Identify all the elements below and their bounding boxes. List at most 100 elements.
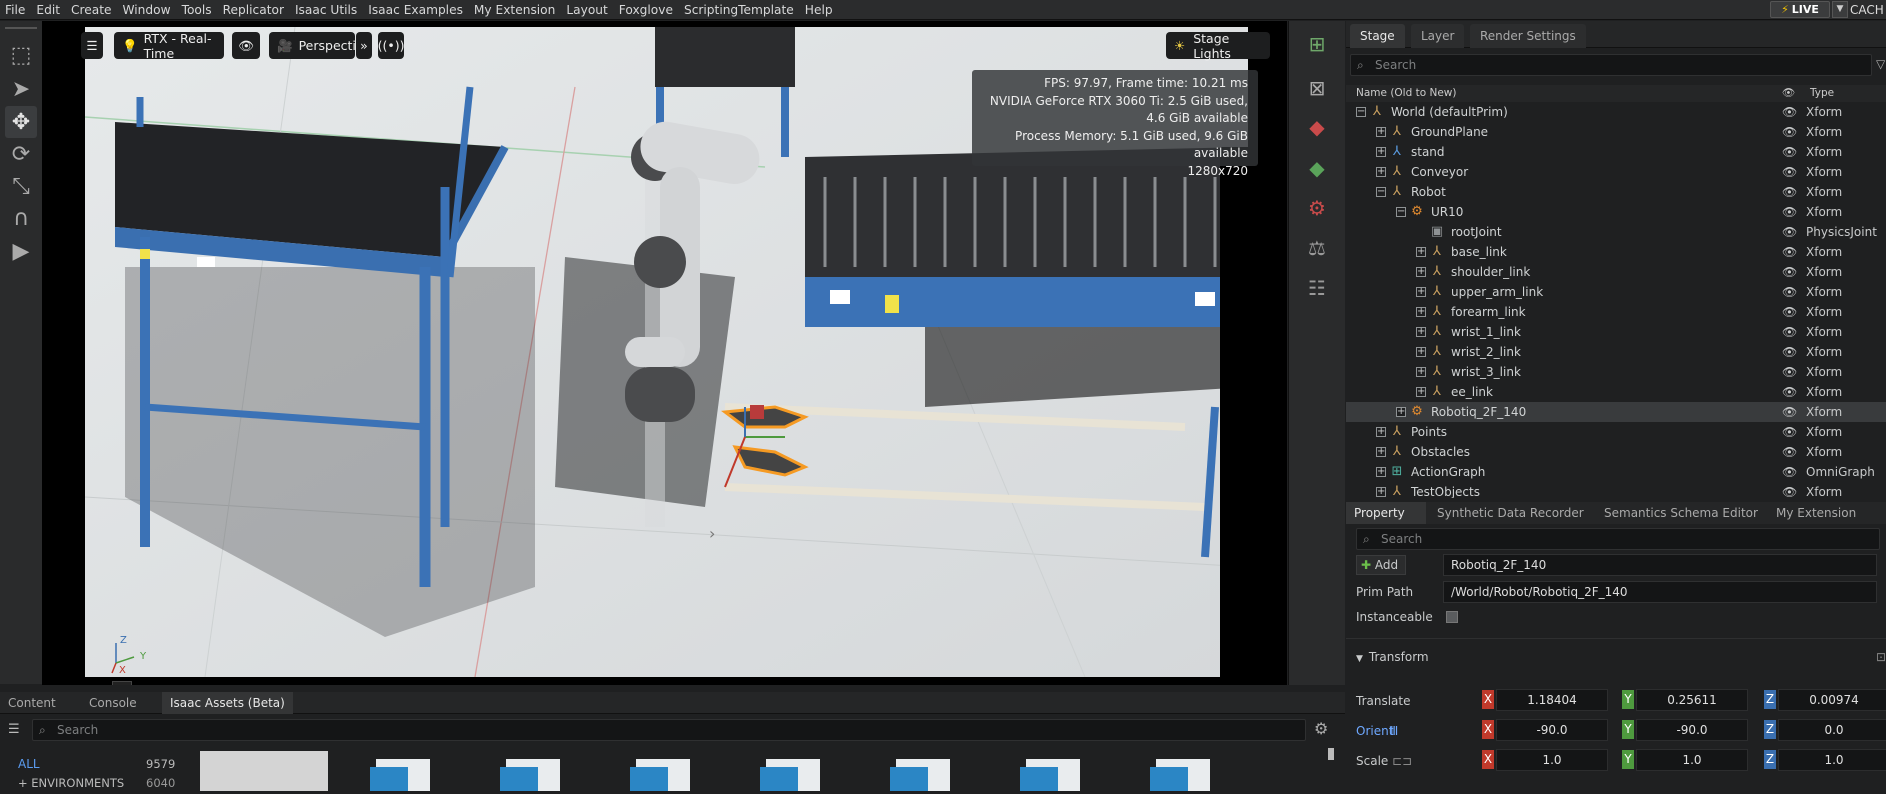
visibility-eye-icon[interactable]: 👁 — [1782, 342, 1797, 362]
rotate-tool-icon[interactable]: ⟳ — [5, 138, 37, 170]
visibility-eye-icon[interactable]: 👁 — [1782, 462, 1797, 482]
stage-lights-button[interactable]: ☀ Stage Lights — [1166, 31, 1270, 61]
visibility-eye-icon[interactable]: 👁 — [1782, 402, 1797, 422]
scale-x-field[interactable]: 1.0 — [1496, 749, 1608, 771]
tree-row[interactable]: + ⊞ ActionGraph 👁 OmniGraph — [1346, 462, 1886, 482]
visibility-eye-icon[interactable]: 👁 — [1782, 122, 1797, 142]
render-mode-button[interactable]: 💡 RTX - Real-Time — [114, 31, 224, 61]
asset-folder-icon[interactable] — [744, 755, 824, 793]
scale-tool-icon[interactable]: ⤡ — [5, 170, 37, 202]
scale-y-field[interactable]: 1.0 — [1636, 749, 1748, 771]
tree-row[interactable]: + ⅄ base_link 👁 Xform — [1346, 242, 1886, 262]
tree-row[interactable]: + ⅄ wrist_1_link 👁 Xform — [1346, 322, 1886, 342]
orient-z-field[interactable]: 0.0 — [1778, 719, 1886, 741]
tree-row[interactable]: + ⅄ ee_link 👁 Xform — [1346, 382, 1886, 402]
snap-magnet-icon[interactable]: ∩ — [5, 202, 37, 234]
orient-mode-icon[interactable]: Ⅲ — [1390, 724, 1398, 738]
tree-row[interactable]: + ⅄ shoulder_link 👁 Xform — [1346, 262, 1886, 282]
visibility-eye-icon[interactable]: 👁 — [1782, 302, 1797, 322]
tree-row[interactable]: ▣ rootJoint 👁 PhysicsJoint — [1346, 222, 1886, 242]
tree-row[interactable]: + ⚙ Robotiq_2F_140 👁 Xform — [1346, 402, 1886, 422]
asset-folder-icon[interactable] — [1004, 755, 1084, 793]
tree-row[interactable]: + ⅄ Obstacles 👁 Xform — [1346, 442, 1886, 462]
live-button[interactable]: ⚡ LIVE — [1770, 1, 1830, 18]
tree-row[interactable]: + ⅄ Conveyor 👁 Xform — [1346, 162, 1886, 182]
menu-my-extension[interactable]: My Extension — [469, 0, 561, 20]
category-environments[interactable]: + ENVIRONMENTS — [18, 776, 124, 790]
property-search-input[interactable]: ⌕ Search — [1356, 528, 1880, 550]
live-dropdown-button[interactable]: ▼ — [1832, 1, 1848, 18]
visibility-eye-icon[interactable]: 👁 — [1782, 322, 1797, 342]
expand-toggle-icon[interactable]: + — [1416, 347, 1426, 357]
instanceable-checkbox[interactable] — [1446, 611, 1458, 623]
tab-layer[interactable]: Layer — [1411, 24, 1465, 48]
transform-section-header[interactable]: ▼ Transform — [1356, 650, 1429, 664]
tree-row[interactable]: + ⅄ wrist_3_link 👁 Xform — [1346, 362, 1886, 382]
translate-y-field[interactable]: 0.25611 — [1636, 689, 1748, 711]
snap-select-icon[interactable]: ⬚ — [5, 39, 37, 71]
red-cube-icon[interactable]: ◆ — [1300, 112, 1334, 142]
tab-semantics-schema-editor[interactable]: Semantics Schema Editor — [1596, 502, 1766, 524]
transform-menu-icon[interactable]: ⊡ — [1876, 650, 1886, 664]
visibility-eye-icon[interactable]: 👁 — [1782, 162, 1797, 182]
expand-toggle-icon[interactable]: + — [1376, 447, 1386, 457]
prim-name-field[interactable]: Robotiq_2F_140 — [1443, 554, 1877, 576]
tree-row[interactable]: + ⅄ wrist_2_link 👁 Xform — [1346, 342, 1886, 362]
settings-gear-icon[interactable]: ⚙ — [1314, 719, 1328, 738]
name-column-header[interactable]: Name (Old to New) — [1356, 85, 1456, 102]
tree-row[interactable]: − ⚙ UR10 👁 Xform — [1346, 202, 1886, 222]
menu-create[interactable]: Create — [66, 0, 118, 20]
translate-x-field[interactable]: 1.18404 — [1496, 689, 1608, 711]
asset-folder-icon[interactable] — [354, 755, 434, 793]
asset-folder-icon[interactable] — [484, 755, 564, 793]
expand-toggle-icon[interactable]: + — [1376, 167, 1386, 177]
tab-property[interactable]: Property — [1346, 502, 1426, 524]
expand-toggle-icon[interactable]: + — [1416, 387, 1426, 397]
tree-row[interactable]: + ⅄ upper_arm_link 👁 Xform — [1346, 282, 1886, 302]
menu-file[interactable]: File — [0, 0, 31, 20]
visibility-eye-icon[interactable]: 👁 — [1782, 262, 1797, 282]
expand-toggle-icon[interactable]: − — [1396, 207, 1406, 217]
visibility-eye-icon[interactable]: 👁 — [1782, 282, 1797, 302]
select-arrow-icon[interactable]: ➤ — [5, 73, 37, 105]
green-cube-icon[interactable]: ◆ — [1300, 153, 1334, 183]
menu-scripting-template[interactable]: ScriptingTemplate — [679, 0, 800, 20]
visibility-eye-icon[interactable]: 👁 — [1782, 242, 1797, 262]
tab-synthetic-data-recorder[interactable]: Synthetic Data Recorder — [1429, 502, 1592, 524]
scrollbar-thumb[interactable] — [1328, 748, 1334, 760]
stream-button[interactable]: ((•)) — [378, 32, 404, 59]
tree-row[interactable]: − ⅄ Robot 👁 Xform — [1346, 182, 1886, 202]
prim-path-field[interactable]: /World/Robot/Robotiq_2F_140 — [1443, 581, 1877, 603]
visibility-eye-icon[interactable]: 👁 — [1782, 442, 1797, 462]
tab-isaac-assets[interactable]: Isaac Assets (Beta) — [162, 692, 293, 714]
expand-toggle-icon[interactable]: + — [1376, 467, 1386, 477]
expand-toggle-icon[interactable]: − — [1376, 187, 1386, 197]
expand-toggle-icon[interactable]: + — [1376, 127, 1386, 137]
orient-y-field[interactable]: -90.0 — [1636, 719, 1748, 741]
weight-icon[interactable]: ⚖ — [1300, 233, 1334, 263]
scale-z-field[interactable]: 1.0 — [1778, 749, 1886, 771]
viewport-settings-button[interactable]: ☰ — [81, 32, 103, 59]
asset-folder-icon[interactable] — [614, 755, 694, 793]
asset-folder-icon[interactable] — [1134, 755, 1214, 793]
expand-toggle-icon[interactable]: + — [1416, 307, 1426, 317]
visibility-eye-icon[interactable]: 👁 — [1782, 202, 1797, 222]
viewport[interactable]: ☰ 💡 RTX - Real-Time 👁 🎥 Perspective » ((•)… — [42, 21, 1287, 685]
menu-isaac-examples[interactable]: Isaac Examples — [363, 0, 469, 20]
visibility-eye-icon[interactable]: 👁 — [1782, 382, 1797, 402]
add-button[interactable]: ✚ Add — [1356, 555, 1406, 575]
menu-tools[interactable]: Tools — [177, 0, 218, 20]
delete-prim-icon[interactable]: ⊠ — [1300, 73, 1334, 103]
tree-row[interactable]: + ⅄ Points 👁 Xform — [1346, 422, 1886, 442]
play-icon[interactable]: ▶ — [5, 235, 37, 267]
menu-help[interactable]: Help — [800, 0, 839, 20]
expand-toggle-icon[interactable]: + — [1376, 487, 1386, 497]
move-tool-icon[interactable]: ✥ — [5, 106, 37, 138]
menu-window[interactable]: Window — [118, 0, 177, 20]
visibility-eye-icon[interactable]: 👁 — [1782, 482, 1797, 498]
menu-edit[interactable]: Edit — [31, 0, 66, 20]
menu-layout[interactable]: Layout — [561, 0, 613, 20]
assets-search-input[interactable]: ⌕ Search — [32, 719, 1306, 741]
expand-toggle-icon[interactable]: − — [1356, 107, 1366, 117]
tree-row[interactable]: + ⅄ TestObjects 👁 Xform — [1346, 482, 1886, 498]
